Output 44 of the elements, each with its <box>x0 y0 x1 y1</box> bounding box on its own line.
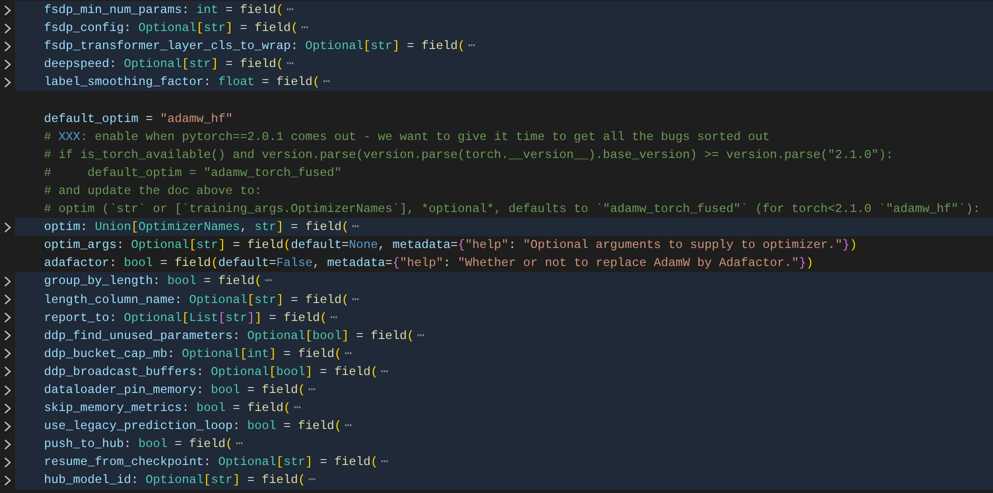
code-line: skip_memory_metrics: bool = field( ⋯ <box>44 400 302 418</box>
code-line: ddp_broadcast_buffers: Optional[bool] = field( ⋯ <box>44 364 388 381</box>
fold-chevron-icon[interactable] <box>4 474 11 486</box>
fold-chevron-icon[interactable] <box>4 58 11 70</box>
code-line: # default_optim = "adamw_torch_fused" <box>44 164 342 182</box>
code-line: # and update the doc above to: <box>44 182 262 200</box>
fold-chevron-icon[interactable] <box>4 22 11 34</box>
fold-chevron-icon[interactable] <box>4 402 11 414</box>
code-line: use_legacy_prediction_loop: bool = field( ⋯ <box>44 418 352 436</box>
fold-chevron-icon[interactable] <box>4 76 11 88</box>
code-line: dataloader_pin_memory: bool = field( ⋯ <box>44 382 316 400</box>
code-line: # optim (`str` or [`training_args.OptimizerNames`], *optional*, defaults to `"adamw_torch_fused"` (for torch<2.1.0 `"adamw_hf"`): <box>44 201 980 218</box>
fold-chevron-icon[interactable] <box>4 456 11 468</box>
fold-chevron-icon[interactable] <box>4 222 11 233</box>
code-line: adafactor: bool = field(default=False, metadata={"help": "Whether or not to replace AdamW by Adafactor."}) <box>44 255 814 272</box>
code-line: length_column_name: Optional[str] = field( ⋯ <box>44 292 360 309</box>
code-line: default_optim = "adamw_hf" <box>44 110 233 128</box>
fold-chevron-icon[interactable] <box>4 294 11 306</box>
fold-chevron-icon[interactable] <box>4 330 11 342</box>
code-line: group_by_length: bool = field( ⋯ <box>44 273 272 290</box>
fold-chevron-icon[interactable] <box>4 366 11 378</box>
fold-chevron-icon[interactable] <box>4 40 11 52</box>
code-line: fsdp_min_num_params: int = field( ⋯ <box>44 2 294 20</box>
code-line: label_smoothing_factor: float = field( ⋯ <box>44 74 330 92</box>
code-line: # if is_torch_available() and version.parse(version.parse(torch.__version__).base_version) >= version.parse("2.1.0"): <box>44 146 894 164</box>
fold-chevron-icon[interactable] <box>4 4 11 16</box>
fold-chevron-icon[interactable] <box>4 420 11 432</box>
fold-chevron-icon[interactable] <box>4 348 11 360</box>
code-line: ddp_find_unused_parameters: Optional[bool] = field( ⋯ <box>44 328 424 345</box>
fold-chevron-icon[interactable] <box>4 312 11 324</box>
code-line: report_to: Optional[List[str]] = field( ⋯ <box>44 310 338 327</box>
code-line: push_to_hub: bool = field( ⋯ <box>44 436 244 454</box>
code-line: hub_model_id: Optional[str] = field( ⋯ <box>44 472 316 490</box>
code-line: fsdp_config: Optional[str] = field( ⋯ <box>44 20 308 38</box>
code-line: fsdp_transformer_layer_cls_to_wrap: Optional[str] = field( ⋯ <box>44 38 476 56</box>
code-line: ddp_bucket_cap_mb: Optional[int] = field( ⋯ <box>44 346 352 363</box>
code-line: deepspeed: Optional[str] = field( ⋯ <box>44 56 294 74</box>
fold-chevron-icon[interactable] <box>4 384 11 396</box>
code-line: resume_from_checkpoint: Optional[str] = field( ⋯ <box>44 454 388 472</box>
code-line: # XXX: enable when pytorch==2.0.1 comes out - we want to give it time to get all the bugs sorted out <box>44 128 770 146</box>
fold-chevron-icon[interactable] <box>4 276 11 287</box>
fold-chevron-icon[interactable] <box>4 438 11 450</box>
code-line: optim: Union[OptimizerNames, str] = field( ⋯ <box>44 219 360 236</box>
code-line: optim_args: Optional[str] = field(default=None, metadata={"help": "Optional arguments to supply to optimizer."}) <box>44 237 857 254</box>
